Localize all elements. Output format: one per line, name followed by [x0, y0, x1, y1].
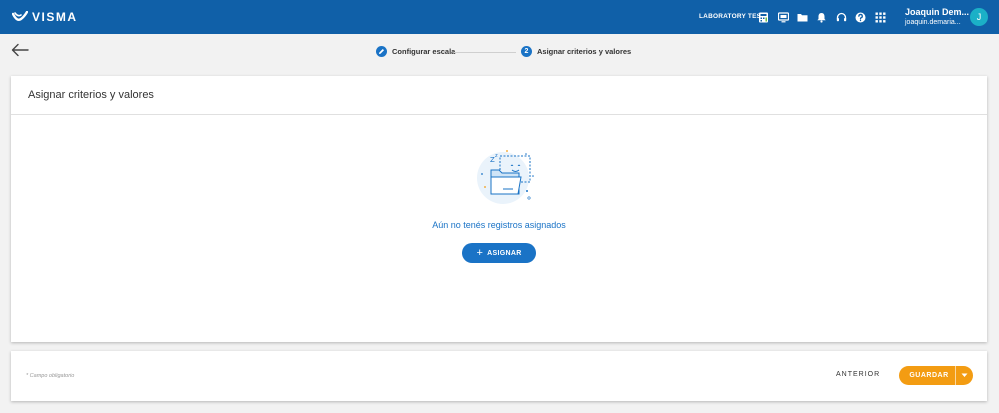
folder-icon[interactable] [796, 11, 808, 23]
user-name[interactable]: Joaquin Dem... [905, 7, 969, 17]
bell-icon[interactable] [815, 11, 827, 23]
arrow-left-icon [11, 43, 29, 57]
assign-button-label: ASIGNAR [487, 249, 522, 257]
apps-grid-icon[interactable] [874, 11, 886, 23]
headset-icon[interactable] [835, 11, 847, 23]
visma-logo-icon [12, 11, 28, 22]
help-icon[interactable] [854, 11, 866, 23]
assign-button[interactable]: + ASIGNAR [462, 243, 536, 263]
card-title: Asignar criterios y valores [28, 89, 154, 101]
step-label: Asignar criterios y valores [537, 47, 632, 56]
step-connector [454, 52, 516, 53]
save-options-toggle[interactable] [955, 366, 973, 385]
top-bar: VISMA LABORATORY TEST Joaquin Dem... joa… [0, 0, 999, 34]
step-number: 2 [521, 46, 532, 57]
svg-text:z: z [495, 153, 498, 159]
required-field-note: * Campo obligatorio [26, 373, 75, 379]
previous-button[interactable]: ANTERIOR [836, 371, 880, 378]
step-label: Configurar escala [392, 47, 456, 56]
plus-icon: + [476, 246, 484, 259]
save-split-button: GUARDAR [899, 366, 973, 385]
footer-card: * Campo obligatorio ANTERIOR GUARDAR [11, 351, 987, 401]
save-button[interactable]: GUARDAR [899, 372, 955, 379]
brand-name: VISMA [32, 10, 78, 24]
monitor-icon[interactable] [777, 11, 789, 23]
empty-folder-illustration-icon: Z z [469, 146, 537, 206]
caret-down-icon [961, 373, 968, 377]
user-email[interactable]: joaquin.demaria... [905, 19, 961, 26]
main-card: Asignar criterios y valores Z z Aún no t… [11, 76, 987, 342]
empty-state-message: Aún no tenés registros asignados [432, 220, 566, 230]
card-header: Asignar criterios y valores [11, 76, 987, 115]
environment-label[interactable]: LABORATORY TEST [699, 13, 765, 20]
step-configurar-escala[interactable]: Configurar escala [376, 46, 455, 57]
back-button[interactable] [11, 43, 29, 57]
avatar[interactable]: J [970, 8, 988, 26]
calculator-icon[interactable] [757, 11, 769, 23]
visma-logo[interactable]: VISMA [12, 9, 78, 25]
pencil-icon [376, 46, 387, 57]
step-asignar-criterios[interactable]: 2 Asignar criterios y valores [521, 46, 631, 57]
